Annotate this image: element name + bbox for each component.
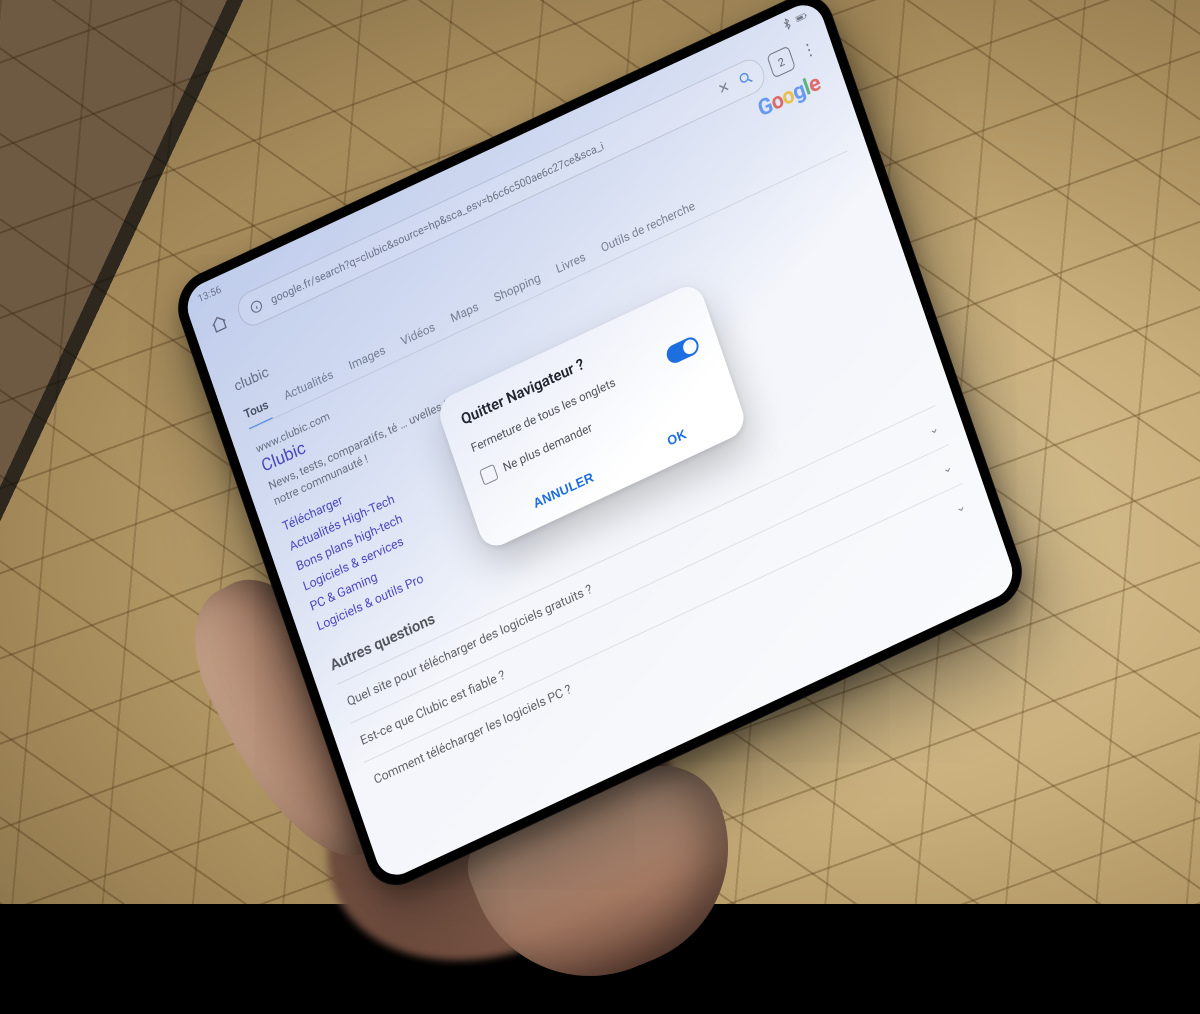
- chevron-down-icon: ⌄: [953, 497, 968, 517]
- clear-url-icon[interactable]: ✕: [714, 78, 734, 100]
- overflow-menu-icon[interactable]: ⋮: [795, 31, 824, 67]
- close-tabs-toggle[interactable]: [664, 335, 701, 366]
- search-icon[interactable]: [736, 68, 756, 90]
- chevron-down-icon: ⌄: [940, 458, 955, 478]
- tab-all[interactable]: Tous: [242, 397, 273, 430]
- tab-news[interactable]: Actualités: [282, 367, 335, 403]
- tab-shopping[interactable]: Shopping: [492, 270, 542, 305]
- site-info-icon[interactable]: [247, 296, 267, 318]
- tab-videos[interactable]: Vidéos: [399, 320, 437, 349]
- tab-images[interactable]: Images: [347, 343, 387, 373]
- home-button[interactable]: [202, 305, 237, 343]
- chevron-down-icon: ⌄: [926, 419, 941, 439]
- ok-button[interactable]: OK: [654, 416, 699, 459]
- checkbox-icon: [479, 464, 499, 486]
- tab-books[interactable]: Livres: [554, 249, 587, 276]
- tab-maps[interactable]: Maps: [449, 299, 481, 325]
- tab-count-button[interactable]: 2: [766, 46, 796, 79]
